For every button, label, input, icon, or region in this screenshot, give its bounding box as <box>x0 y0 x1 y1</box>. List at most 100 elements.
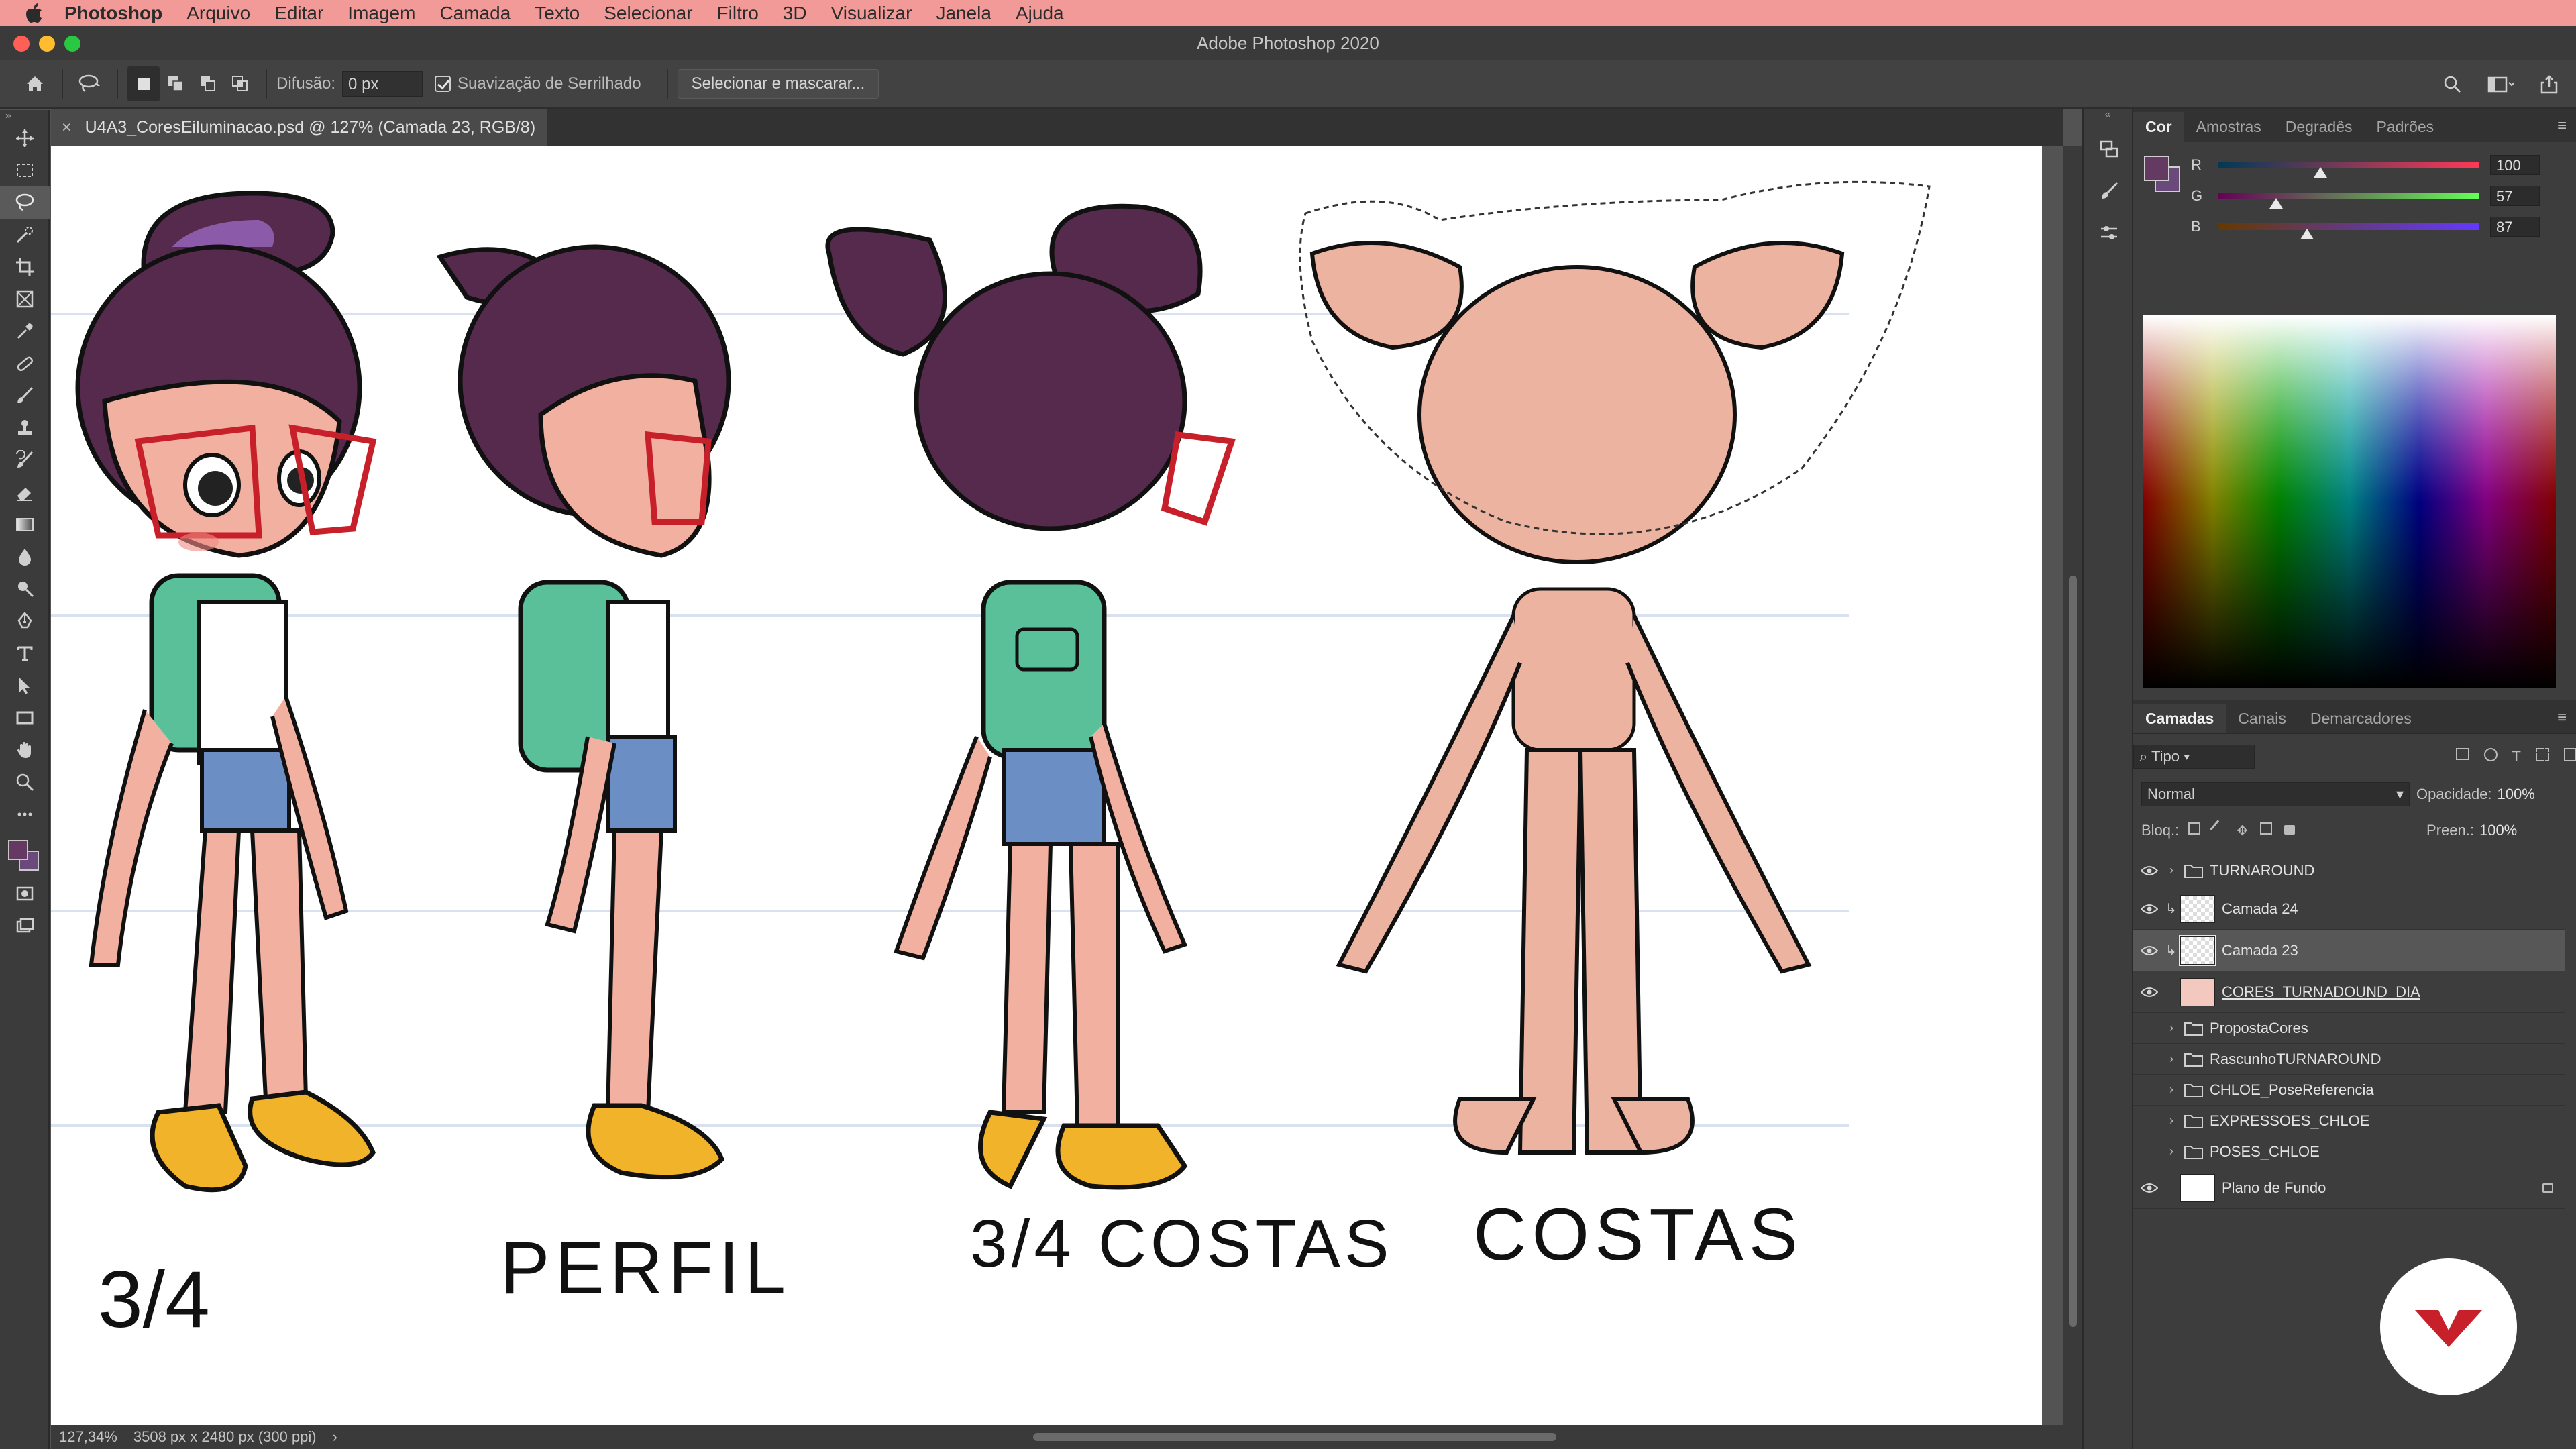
apple-icon[interactable] <box>23 2 46 25</box>
visibility-eye-icon[interactable] <box>2133 1183 2165 1193</box>
expand-arrow-icon[interactable]: › <box>2165 863 2178 877</box>
menu-app-photoshop[interactable]: Photoshop <box>64 3 162 24</box>
panel-menu-icon[interactable]: ≡ <box>2557 708 2567 727</box>
red-value-input[interactable]: 100 <box>2490 155 2540 175</box>
layer-row[interactable]: ↳ Camada 24 <box>2133 888 2565 930</box>
home-icon[interactable] <box>17 66 52 101</box>
collapse-icon[interactable]: » <box>0 110 48 122</box>
lock-icon[interactable] <box>2542 1183 2553 1193</box>
close-tab-icon[interactable]: × <box>62 118 72 138</box>
layer-row[interactable]: › TURNAROUND <box>2133 853 2565 888</box>
vertical-scroll-thumb[interactable] <box>2069 576 2077 1327</box>
menu-arquivo[interactable]: Arquivo <box>186 3 250 24</box>
fill-input[interactable]: 100% <box>2479 822 2517 839</box>
expand-arrow-icon[interactable]: › <box>2165 1021 2178 1035</box>
move-tool-icon[interactable] <box>0 122 50 154</box>
frame-tool-icon[interactable] <box>0 283 50 315</box>
visibility-eye-icon[interactable] <box>2133 987 2165 998</box>
menu-editar[interactable]: Editar <box>274 3 323 24</box>
layer-row[interactable]: › EXPRESSOES_CHLOE <box>2133 1106 2565 1136</box>
lock-artboard-icon[interactable] <box>2260 822 2273 835</box>
vertical-scrollbar[interactable] <box>2063 146 2082 1425</box>
green-value-input[interactable]: 57 <box>2490 186 2540 206</box>
visibility-toggle-empty[interactable] <box>2133 1136 2165 1167</box>
lock-position-icon[interactable]: ✥ <box>2237 822 2248 839</box>
blend-mode-select[interactable]: Normal ▾ <box>2141 782 2410 806</box>
more-tools-icon[interactable] <box>0 798 50 830</box>
hand-tool-icon[interactable] <box>0 734 50 766</box>
quick-mask-icon[interactable] <box>0 877 50 910</box>
document-tab[interactable]: × U4A3_CoresEiluminacao.psd @ 127% (Cama… <box>51 109 547 146</box>
brush-settings-icon[interactable] <box>2084 170 2135 212</box>
foreground-color-swatch[interactable] <box>8 840 28 860</box>
menu-visualizar[interactable]: Visualizar <box>831 3 912 24</box>
zoom-tool-icon[interactable] <box>0 766 50 798</box>
dodge-tool-icon[interactable] <box>0 573 50 605</box>
layer-row-selected[interactable]: ↳ Camada 23 <box>2133 930 2565 971</box>
search-icon[interactable] <box>2435 67 2470 102</box>
eyedropper-tool-icon[interactable] <box>0 315 50 347</box>
menu-ajuda[interactable]: Ajuda <box>1016 3 1064 24</box>
quick-selection-tool-icon[interactable] <box>0 219 50 251</box>
gradient-tool-icon[interactable] <box>0 508 50 541</box>
lasso-tool-icon[interactable] <box>0 186 50 219</box>
menu-imagem[interactable]: Imagem <box>347 3 415 24</box>
layer-row[interactable]: › CHLOE_PoseReferencia <box>2133 1075 2565 1106</box>
red-slider-track[interactable] <box>2218 162 2479 178</box>
blue-slider-knob[interactable] <box>2300 229 2314 239</box>
tab-amostras[interactable]: Amostras <box>2184 112 2273 142</box>
expand-arrow-icon[interactable]: › <box>2165 1144 2178 1159</box>
type-tool-icon[interactable] <box>0 637 50 669</box>
select-and-mask-button[interactable]: Selecionar e mascarar... <box>677 69 879 99</box>
subtract-from-selection-icon[interactable] <box>192 66 224 101</box>
status-more-icon[interactable]: › <box>333 1428 337 1446</box>
history-brush-tool-icon[interactable] <box>0 444 50 476</box>
screen-mode-icon[interactable] <box>0 910 50 942</box>
marquee-tool-icon[interactable] <box>0 154 50 186</box>
visibility-eye-icon[interactable] <box>2133 865 2165 876</box>
menu-janela[interactable]: Janela <box>936 3 991 24</box>
visibility-eye-icon[interactable] <box>2133 945 2165 956</box>
tab-padroes[interactable]: Padrões <box>2365 112 2447 142</box>
color-spectrum[interactable] <box>2143 315 2556 688</box>
collapse-icon[interactable]: « <box>2084 109 2132 129</box>
rectangle-tool-icon[interactable] <box>0 702 50 734</box>
zoom-level[interactable]: 127,34% <box>59 1428 117 1446</box>
expand-arrow-icon[interactable]: › <box>2165 1052 2178 1066</box>
pen-tool-icon[interactable] <box>0 605 50 637</box>
menu-camada[interactable]: Camada <box>439 3 511 24</box>
lock-all-icon[interactable] <box>2284 824 2296 835</box>
path-selection-tool-icon[interactable] <box>0 669 50 702</box>
blur-tool-icon[interactable] <box>0 541 50 573</box>
blue-slider-track[interactable] <box>2218 223 2479 239</box>
green-slider-knob[interactable] <box>2269 198 2284 209</box>
visibility-toggle-empty[interactable] <box>2133 1013 2165 1043</box>
expand-arrow-icon[interactable]: › <box>2165 1083 2178 1097</box>
feather-input[interactable]: 0 px <box>342 71 423 97</box>
layer-row[interactable]: › PropostaCores <box>2133 1013 2565 1044</box>
filter-adjustment-icon[interactable] <box>2483 748 2498 761</box>
menu-texto[interactable]: Texto <box>535 3 580 24</box>
layer-filter-select[interactable]: ⌕ Tipo ▾ <box>2133 745 2255 769</box>
clone-stamp-tool-icon[interactable] <box>0 412 50 444</box>
layer-row[interactable]: › RascunhoTURNAROUND <box>2133 1044 2565 1075</box>
expand-arrow-icon[interactable]: › <box>2165 1114 2178 1128</box>
tab-canais[interactable]: Canais <box>2226 704 2298 733</box>
menu-filtro[interactable]: Filtro <box>717 3 759 24</box>
filter-shape-icon[interactable] <box>2536 748 2549 761</box>
green-slider-track[interactable] <box>2218 193 2479 209</box>
lasso-tool-preset-icon[interactable] <box>72 66 107 101</box>
healing-brush-tool-icon[interactable] <box>0 347 50 380</box>
blue-value-input[interactable]: 87 <box>2490 217 2540 237</box>
visibility-toggle-empty[interactable] <box>2133 1044 2165 1074</box>
opacity-input[interactable]: 100% <box>2498 786 2535 803</box>
brush-tool-icon[interactable] <box>0 380 50 412</box>
intersect-selection-icon[interactable] <box>224 66 256 101</box>
tab-camadas[interactable]: Camadas <box>2133 704 2226 733</box>
share-icon[interactable] <box>2532 67 2567 102</box>
add-to-selection-icon[interactable] <box>160 66 192 101</box>
panel-menu-icon[interactable]: ≡ <box>2557 117 2567 136</box>
red-slider-knob[interactable] <box>2313 167 2327 178</box>
history-panel-icon[interactable] <box>2084 129 2135 170</box>
layer-row[interactable]: CORES_TURNADOUND_DIA <box>2133 971 2565 1013</box>
